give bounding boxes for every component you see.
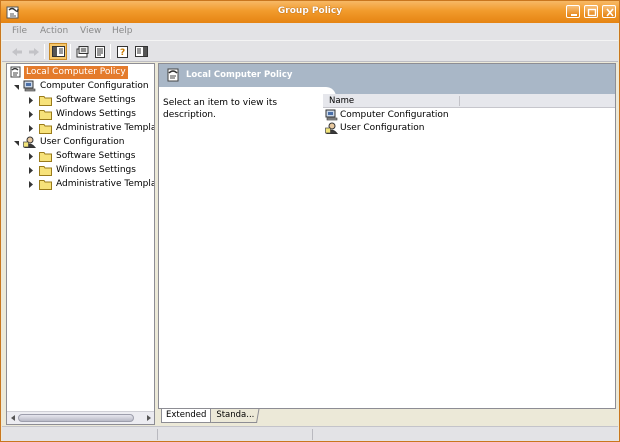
status-bar — [2, 426, 618, 441]
console-tree[interactable]: Local Computer Policy Computer Configura… — [6, 63, 155, 425]
tree-item-administrative-templates[interactable]: Administrative Templat — [9, 178, 155, 191]
menu-bar: File Action View Help — [2, 23, 618, 40]
menu-help[interactable]: Help — [112, 26, 133, 36]
user-icon — [23, 136, 36, 148]
tree-label: Windows Settings — [56, 165, 136, 175]
forward-icon — [29, 47, 39, 56]
expand-arrow-icon — [29, 153, 33, 160]
computer-icon — [325, 109, 338, 121]
toolbar-separator — [110, 44, 111, 59]
policy-scroll-icon — [167, 68, 179, 82]
maximize-button[interactable] — [584, 5, 598, 18]
group-policy-window: Group Policy File Action View Help ? Loc… — [0, 0, 620, 442]
tree-horizontal-scrollbar[interactable] — [7, 411, 154, 424]
details-title: Local Computer Policy — [186, 70, 293, 80]
description-text: Select an item to view its description. — [163, 98, 278, 120]
minimize-button[interactable] — [566, 5, 580, 18]
tree-item-administrative-templates[interactable]: Administrative Templat — [9, 122, 155, 135]
collapse-arrow-icon — [14, 141, 19, 146]
list-item-label: User Configuration — [340, 123, 425, 133]
expand-arrow-icon — [29, 125, 33, 132]
tree-item-software-settings[interactable]: Software Settings — [9, 150, 154, 163]
tree-label-user-configuration: User Configuration — [40, 137, 125, 147]
scroll-right-icon[interactable] — [145, 414, 153, 422]
show-hide-tree-button[interactable] — [49, 43, 67, 60]
column-separator[interactable] — [459, 96, 460, 106]
properties-button[interactable] — [73, 43, 91, 60]
expand-arrow-icon — [29, 97, 33, 104]
tree-item-windows-settings[interactable]: Windows Settings — [9, 108, 154, 121]
folder-icon — [39, 96, 52, 106]
tree-label: Windows Settings — [56, 109, 136, 119]
tree-label-computer-configuration: Computer Configuration — [40, 81, 149, 91]
folder-icon — [39, 110, 52, 120]
folder-icon — [39, 152, 52, 162]
status-separator — [312, 429, 313, 440]
export-list-button[interactable] — [91, 43, 109, 60]
toolbar: ? — [2, 40, 618, 62]
menu-file[interactable]: File — [12, 26, 27, 36]
policy-scroll-icon — [10, 66, 21, 78]
menu-action[interactable]: Action — [40, 26, 68, 36]
tab-extended[interactable]: Extended — [161, 409, 211, 423]
tree-item-local-computer-policy[interactable]: Local Computer Policy — [9, 66, 149, 79]
list-item-label: Computer Configuration — [340, 110, 449, 120]
tree-root-label: Local Computer Policy — [24, 66, 128, 79]
minimize-icon — [571, 14, 577, 16]
tree-item-windows-settings[interactable]: Windows Settings — [9, 164, 154, 177]
status-separator — [157, 429, 158, 440]
back-button[interactable] — [8, 43, 26, 60]
view-tabs: Extended Standa... — [158, 409, 616, 425]
collapse-arrow-icon — [14, 85, 19, 90]
tree-item-user-configuration[interactable]: User Configuration — [9, 136, 154, 149]
user-icon — [325, 122, 338, 134]
svg-text:?: ? — [120, 48, 125, 58]
help-icon: ? — [116, 45, 128, 58]
tree-label: Software Settings — [56, 95, 136, 105]
title-bar[interactable]: Group Policy — [1, 1, 619, 23]
toolbar-separator — [70, 44, 71, 59]
column-name-header[interactable]: Name — [329, 96, 354, 106]
close-button[interactable] — [602, 5, 616, 18]
expand-arrow-icon — [29, 111, 33, 118]
scroll-left-icon[interactable] — [9, 414, 17, 422]
folder-icon — [39, 124, 52, 134]
menu-view[interactable]: View — [80, 26, 101, 36]
tree-label: Administrative Templat — [56, 123, 155, 133]
folder-icon — [39, 180, 52, 190]
help-button[interactable]: ? — [114, 43, 132, 60]
toolbar-separator — [44, 44, 45, 59]
scrollbar-thumb[interactable] — [18, 414, 134, 422]
forward-button[interactable] — [25, 43, 43, 60]
properties-icon — [76, 45, 88, 57]
tab-standard-label: Standa... — [216, 410, 255, 420]
export-list-icon — [95, 45, 105, 58]
details-pane: Local Computer Policy Select an item to … — [158, 63, 616, 409]
details-header-band: Local Computer Policy — [159, 64, 615, 87]
back-icon — [12, 47, 22, 56]
tab-standard[interactable]: Standa... — [211, 409, 260, 423]
list-column-header[interactable]: Name — [323, 94, 615, 108]
tree-item-computer-configuration[interactable]: Computer Configuration — [9, 80, 154, 93]
show-hide-action-pane-button[interactable] — [132, 43, 150, 60]
folder-icon — [39, 166, 52, 176]
close-icon — [606, 8, 614, 17]
show-hide-action-pane-icon — [134, 46, 148, 57]
maximize-icon — [587, 8, 597, 17]
expand-arrow-icon — [29, 181, 33, 188]
show-hide-tree-icon — [51, 46, 65, 57]
window-title: Group Policy — [277, 6, 343, 16]
tree-label: Administrative Templat — [56, 179, 155, 189]
expand-arrow-icon — [29, 167, 33, 174]
computer-icon — [23, 80, 36, 92]
tree-item-software-settings[interactable]: Software Settings — [9, 94, 154, 107]
tree-label: Software Settings — [56, 151, 136, 161]
